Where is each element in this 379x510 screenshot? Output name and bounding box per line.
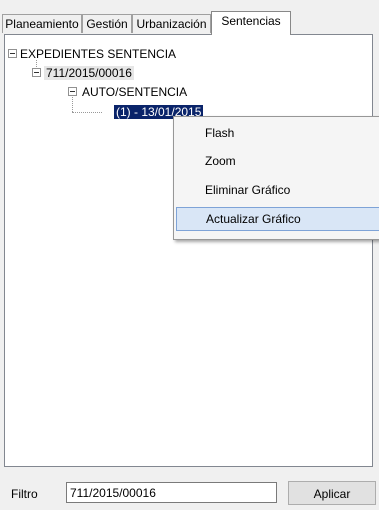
tree-node-root[interactable]: EXPEDIENTES SENTENCIA <box>20 47 176 61</box>
tab-strip: Planeamiento Gestión Urbanización Senten… <box>0 0 379 35</box>
context-menu: Flash Zoom Eliminar Gráfico Actualizar G… <box>173 116 379 240</box>
collapse-icon[interactable] <box>68 87 77 96</box>
filter-input[interactable] <box>66 482 277 503</box>
tree-node-folder[interactable]: AUTO/SENTENCIA <box>82 85 187 99</box>
collapse-icon[interactable] <box>32 68 41 77</box>
collapse-icon[interactable] <box>8 49 17 58</box>
tab-urbanizacion[interactable]: Urbanización <box>132 14 211 33</box>
tab-gestion[interactable]: Gestión <box>82 14 132 33</box>
tree-connector <box>72 112 102 113</box>
tab-planeamiento[interactable]: Planeamiento <box>2 14 82 33</box>
menu-item-flash[interactable]: Flash <box>176 121 379 145</box>
menu-item-zoom[interactable]: Zoom <box>176 149 379 173</box>
tab-sentencias[interactable]: Sentencias <box>211 11 291 35</box>
filter-label: Filtro <box>11 487 38 501</box>
apply-button[interactable]: Aplicar <box>288 481 376 505</box>
tree-panel[interactable]: EXPEDIENTES SENTENCIA 711/2015/00016 AUT… <box>4 34 373 467</box>
menu-item-actualizar-grafico[interactable]: Actualizar Gráfico <box>176 207 379 231</box>
menu-item-eliminar-grafico[interactable]: Eliminar Gráfico <box>176 178 379 202</box>
tree-node-expediente[interactable]: 711/2015/00016 <box>44 66 134 80</box>
